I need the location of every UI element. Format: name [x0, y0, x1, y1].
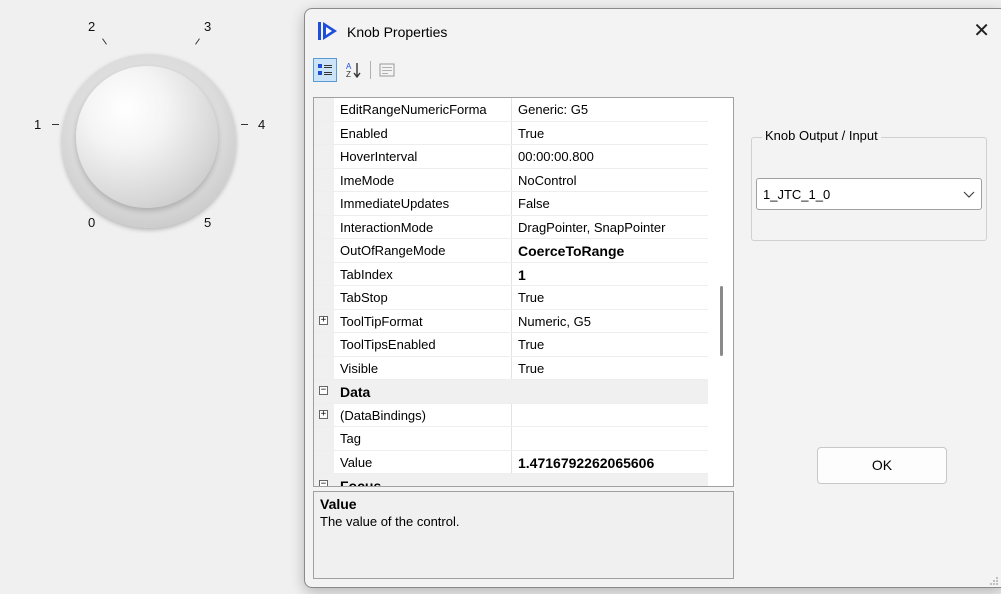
- knob-bezel: [62, 54, 236, 228]
- category-name: Focus: [340, 478, 382, 487]
- property-name: ImmediateUpdates: [340, 196, 450, 211]
- scale-label-2: 2: [88, 19, 96, 34]
- property-name: Value: [340, 454, 373, 470]
- knob-cap[interactable]: [76, 66, 218, 208]
- expand-icon[interactable]: +: [319, 409, 328, 419]
- categorized-icon[interactable]: [313, 58, 337, 82]
- collapse-icon[interactable]: −: [319, 480, 328, 486]
- property-name: TabStop: [340, 290, 388, 305]
- property-row[interactable]: ImmediateUpdates False: [314, 192, 710, 216]
- property-value[interactable]: True: [518, 337, 544, 352]
- property-value[interactable]: True: [518, 361, 544, 376]
- scale-label-5: 5: [204, 215, 212, 230]
- property-name: ImeMode: [340, 172, 395, 188]
- property-row[interactable]: Enabled True: [314, 121, 710, 145]
- property-row[interactable]: InteractionMode DragPointer, SnapPointer: [314, 215, 710, 239]
- svg-text:Z: Z: [346, 70, 351, 79]
- property-row[interactable]: Visible True: [314, 356, 710, 380]
- scale-label-3: 3: [204, 19, 212, 34]
- property-value[interactable]: False: [518, 196, 550, 211]
- scrollbar-thumb[interactable]: [720, 286, 723, 356]
- property-value[interactable]: Numeric, G5: [518, 314, 591, 329]
- scale-label-1: 1: [34, 117, 42, 132]
- scale-tick-4: [241, 124, 248, 125]
- property-row[interactable]: TabIndex 1: [314, 262, 710, 286]
- output-channel-dropdown[interactable]: 1_JTC_1_0: [756, 178, 982, 210]
- scale-tick-2: [102, 38, 107, 45]
- category-row-data[interactable]: − Data: [314, 380, 710, 404]
- property-row[interactable]: + ToolTipFormat Numeric, G5: [314, 309, 710, 333]
- property-row[interactable]: EditRangeNumericForma Generic: G5: [314, 98, 710, 122]
- property-value[interactable]: Generic: G5: [518, 102, 588, 117]
- alphabetical-icon[interactable]: A Z: [342, 58, 366, 82]
- title-bar[interactable]: Knob Properties ✕: [305, 9, 1001, 53]
- property-name: Tag: [340, 431, 361, 446]
- toolbar-separator: [370, 61, 371, 79]
- scale-tick-1: [52, 124, 59, 125]
- property-row[interactable]: HoverInterval 00:00:00.800: [314, 145, 710, 169]
- property-name: InteractionMode: [340, 219, 434, 235]
- scale-label-0: 0: [88, 215, 96, 230]
- scale-label-4: 4: [258, 117, 266, 132]
- ok-button[interactable]: OK: [817, 447, 947, 484]
- property-row[interactable]: ImeMode NoControl: [314, 168, 710, 192]
- property-value[interactable]: True: [518, 126, 544, 141]
- collapse-icon[interactable]: −: [319, 386, 328, 395]
- property-grid[interactable]: EditRangeNumericForma Generic: G5 Enable…: [313, 97, 734, 487]
- property-row[interactable]: Tag: [314, 427, 710, 451]
- property-row[interactable]: ToolTipsEnabled True: [314, 333, 710, 357]
- expand-icon[interactable]: +: [319, 315, 328, 325]
- scale-tick-3: [195, 38, 200, 45]
- category-row-focus[interactable]: − Focus: [314, 474, 710, 487]
- property-name: HoverInterval: [340, 149, 418, 164]
- knob-properties-dialog: Knob Properties ✕ A Z EditRangeNumericFo…: [304, 8, 1001, 588]
- description-text: The value of the control.: [320, 514, 460, 529]
- property-name: Enabled: [340, 125, 388, 141]
- property-name: ToolTipsEnabled: [340, 337, 436, 352]
- description-pane: Value The value of the control.: [313, 491, 734, 579]
- property-value[interactable]: 1: [518, 267, 526, 283]
- property-name: ToolTipFormat: [340, 313, 423, 329]
- dropdown-value: 1_JTC_1_0: [763, 187, 831, 202]
- property-value[interactable]: True: [518, 290, 544, 305]
- app-logo-icon: [317, 21, 339, 41]
- property-name: Visible: [340, 360, 379, 376]
- property-value[interactable]: NoControl: [518, 173, 577, 188]
- knob-control[interactable]: 1 2 3 4 0 5: [0, 0, 300, 260]
- close-button[interactable]: ✕: [956, 15, 1001, 47]
- property-row-selected[interactable]: Value 1.4716792262065606: [314, 450, 710, 474]
- vertical-scrollbar[interactable]: [708, 98, 733, 486]
- description-title: Value: [320, 496, 357, 512]
- dialog-title: Knob Properties: [347, 24, 448, 40]
- property-name: EditRangeNumericForma: [340, 102, 487, 117]
- property-value[interactable]: CoerceToRange: [518, 243, 624, 259]
- property-value[interactable]: 00:00:00.800: [518, 149, 594, 164]
- property-pages-icon[interactable]: [375, 58, 399, 82]
- property-name: (DataBindings): [340, 407, 426, 423]
- property-grid-toolbar: A Z: [311, 57, 421, 85]
- knob-output-group: Knob Output / Input 1_JTC_1_0: [751, 128, 987, 241]
- property-value[interactable]: 1.4716792262065606: [518, 455, 654, 471]
- property-name: OutOfRangeMode: [340, 243, 446, 258]
- resize-grip-icon[interactable]: [989, 574, 999, 585]
- property-name: TabIndex: [340, 266, 393, 282]
- group-label: Knob Output / Input: [762, 128, 881, 143]
- category-name: Data: [340, 384, 371, 400]
- property-row[interactable]: + (DataBindings): [314, 403, 710, 427]
- property-row[interactable]: TabStop True: [314, 286, 710, 310]
- property-value[interactable]: DragPointer, SnapPointer: [518, 220, 665, 235]
- chevron-down-icon: [963, 188, 975, 200]
- property-row[interactable]: OutOfRangeMode CoerceToRange: [314, 239, 710, 263]
